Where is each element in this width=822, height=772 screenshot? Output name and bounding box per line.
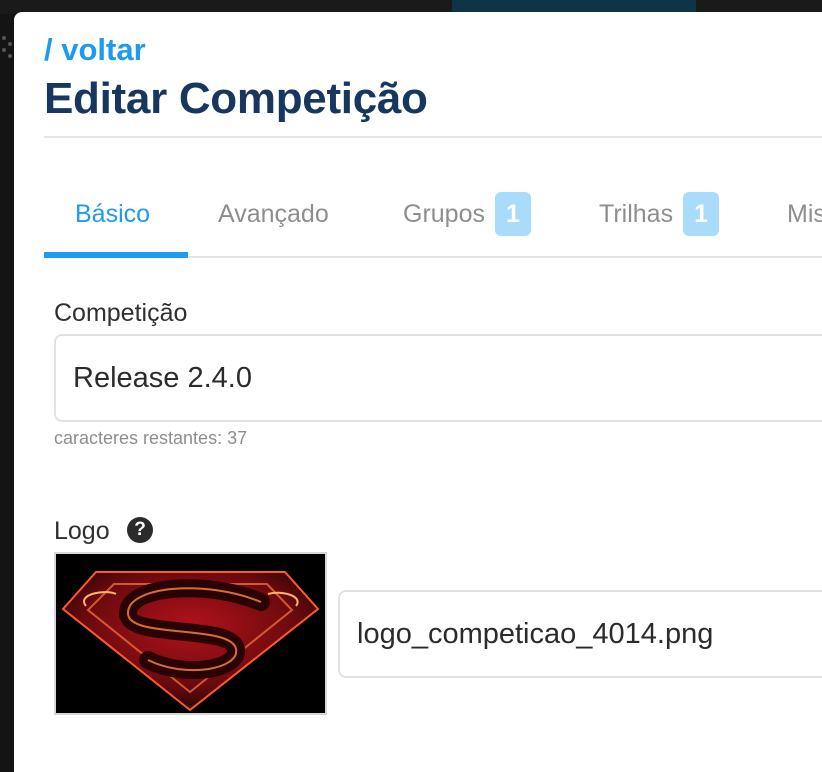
tab-label: Mis	[787, 199, 822, 228]
tab-basico[interactable]: Básico	[75, 194, 150, 234]
characters-remaining: caracteres restantes: 37	[54, 428, 248, 448]
edit-competition-modal: / voltar Editar Competição Básico Avança…	[14, 12, 822, 772]
tab-label: Avançado	[218, 199, 329, 228]
tab-bar: Básico Avançado Grupos 1 Trilhas 1 Mis	[44, 182, 822, 258]
tab-grupos[interactable]: Grupos 1	[403, 192, 531, 236]
help-question-icon[interactable]: ?	[127, 517, 153, 543]
count-badge: 1	[683, 192, 720, 236]
logo-label: Logo	[54, 517, 110, 545]
active-tab-indicator	[44, 252, 188, 258]
tab-label: Trilhas	[599, 199, 674, 228]
tab-label: Básico	[75, 199, 151, 228]
tab-mis[interactable]: Mis	[787, 194, 822, 234]
logo-preview-image	[54, 552, 327, 715]
title-divider	[44, 136, 822, 138]
competition-name-input[interactable]	[54, 334, 822, 422]
superman-shield-icon	[61, 571, 320, 712]
page-title: Editar Competição	[44, 74, 428, 123]
logo-filename-input[interactable]	[338, 590, 822, 678]
tab-label: Grupos	[403, 199, 485, 228]
count-badge: 1	[494, 192, 531, 236]
tab-trilhas[interactable]: Trilhas 1	[599, 192, 720, 236]
tab-avancado[interactable]: Avançado	[218, 194, 329, 234]
back-link[interactable]: / voltar	[44, 32, 146, 68]
background-dots-icon	[2, 36, 12, 58]
competition-label: Competição	[54, 299, 188, 327]
